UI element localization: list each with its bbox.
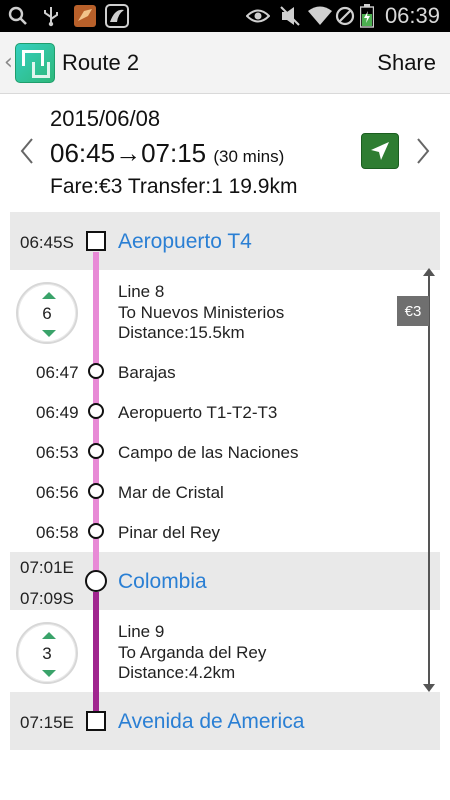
segment1-info: Line 8 To Nuevos Ministerios Distance:15… xyxy=(118,282,284,344)
stop-time: 06:47 xyxy=(36,363,79,382)
route-duration: (30 mins) xyxy=(213,147,285,166)
segment2-line-name: Line 9 xyxy=(118,622,165,641)
segment2-direction: To Arganda del Rey xyxy=(118,642,267,662)
stop-time: 06:53 xyxy=(36,443,79,462)
stop-name: Aeropuerto T1-T2-T3 xyxy=(118,403,278,422)
origin-time: 06:45S xyxy=(20,233,74,252)
share-button[interactable]: Share xyxy=(377,50,436,76)
arrive-time: 07:15 xyxy=(141,138,207,168)
stop-marker xyxy=(88,483,104,499)
transfer-station-name[interactable]: Colombia xyxy=(118,570,207,594)
previous-route-chevron-icon[interactable] xyxy=(14,134,40,168)
wifi-icon xyxy=(308,4,332,28)
next-route-chevron-icon[interactable] xyxy=(410,134,436,168)
segment1-line-name: Line 8 xyxy=(118,282,165,301)
transfer-arrive-time: 07:01E xyxy=(20,558,74,577)
stop-name: Campo de las Naciones xyxy=(118,443,299,462)
arrow-icon: → xyxy=(115,138,142,168)
segment1-stops-toggle[interactable]: 6 xyxy=(16,282,78,344)
line9-route-line xyxy=(93,592,99,714)
transfer-station-marker xyxy=(85,570,107,592)
route-times: 06:45→07:15 (30 mins) xyxy=(50,138,284,169)
status-time: 06:39 xyxy=(384,3,440,28)
expand-up-icon xyxy=(42,632,56,639)
segment2-stops-count: 3 xyxy=(42,644,52,663)
action-bar: ‹ Route 2 Share xyxy=(0,32,450,94)
transfer-depart-time: 07:09S xyxy=(20,589,74,608)
page-title: Route 2 xyxy=(62,50,140,75)
fare-tag: €3 xyxy=(397,296,429,326)
stop-time: 06:58 xyxy=(36,523,79,542)
status-bar: 06:39 xyxy=(0,0,450,32)
back-chevron-icon[interactable]: ‹ xyxy=(4,50,13,75)
destination-station-marker xyxy=(86,711,106,731)
navigation-arrow-icon xyxy=(371,142,389,160)
battery-icon xyxy=(358,4,376,28)
stop-name: Barajas xyxy=(118,363,176,382)
segment1-direction: To Nuevos Ministerios xyxy=(118,302,285,322)
route-date: 2015/06/08 xyxy=(50,106,161,131)
fare-transfer-distance: Fare:€3 Transfer:1 19.9km xyxy=(50,175,298,198)
segment2-stops-toggle[interactable]: 3 xyxy=(16,622,78,684)
stop-marker xyxy=(88,523,104,539)
usb-icon xyxy=(42,4,60,28)
mute-icon xyxy=(278,4,302,28)
segment1-stops-count: 6 xyxy=(42,304,52,323)
stop-marker xyxy=(88,403,104,419)
stop-name: Pinar del Rey xyxy=(118,523,221,542)
segment2-info: Line 9 To Arganda del Rey Distance:4.2km xyxy=(118,622,266,684)
app-logo[interactable] xyxy=(15,43,55,83)
blocked-icon xyxy=(334,4,356,28)
expand-down-icon xyxy=(42,670,56,677)
expand-up-icon xyxy=(42,292,56,299)
search-icon xyxy=(8,4,28,28)
transfer-station-band xyxy=(10,552,440,610)
stop-time: 06:56 xyxy=(36,483,79,502)
stop-name: Mar de Cristal xyxy=(118,483,224,502)
eye-icon xyxy=(246,4,270,28)
expand-down-icon xyxy=(42,330,56,337)
segment2-distance: Distance:4.2km xyxy=(118,663,236,682)
navigate-button[interactable] xyxy=(361,133,399,169)
stop-time: 06:49 xyxy=(36,403,79,422)
origin-station-marker xyxy=(86,231,106,251)
fare-range-bottom-arrow-icon xyxy=(423,684,435,692)
fare-range-bar xyxy=(428,272,430,686)
app-notification-icon xyxy=(72,4,98,28)
stop-marker xyxy=(88,443,104,459)
segment1-distance: Distance:15.5km xyxy=(118,323,245,342)
app-notification-icon-2 xyxy=(104,4,130,28)
depart-time: 06:45 xyxy=(50,138,116,168)
origin-station-name[interactable]: Aeropuerto T4 xyxy=(118,230,252,254)
destination-station-name[interactable]: Avenida de America xyxy=(118,710,304,734)
destination-time: 07:15E xyxy=(20,713,74,732)
stop-marker xyxy=(88,363,104,379)
